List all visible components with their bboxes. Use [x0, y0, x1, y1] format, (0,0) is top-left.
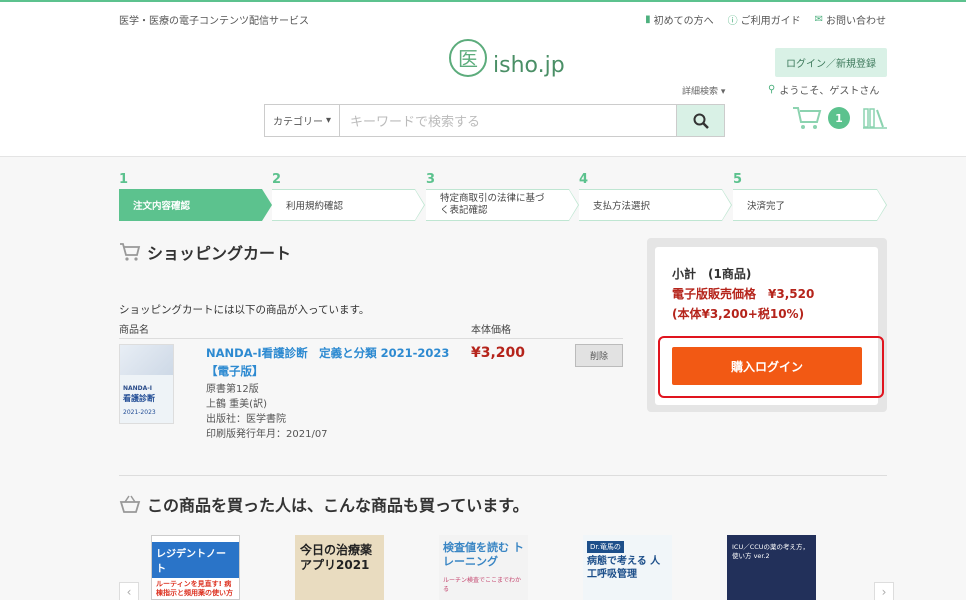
link-guide[interactable]: ⓘ ご利用ガイド	[728, 12, 801, 27]
step-number: 3	[426, 172, 436, 187]
step-number: 1	[119, 172, 129, 187]
site-tagline: 医学・医療の電子コンテンツ配信サービス	[119, 16, 309, 27]
cart-item-title[interactable]: NANDA-I看護診断 定義と分類 2021-2023【電子版】	[206, 344, 456, 380]
user-icon: ⚲	[768, 84, 776, 95]
delete-button[interactable]: 削除	[575, 344, 623, 367]
table-divider	[119, 338, 623, 339]
help-icon: ⓘ	[727, 16, 738, 27]
chevron-left-icon: ‹	[126, 585, 132, 599]
cart-item-price: ¥3,200	[471, 345, 526, 361]
chevron-down-icon: ▾	[325, 115, 332, 126]
login-register-button[interactable]: ログイン／新規登録	[775, 48, 887, 77]
cart-item-meta: 原書第12版 上鶴 重美(訳) 出版社：医学書院 印刷版発行年月：2021/07	[206, 384, 328, 440]
step-number: 5	[733, 172, 743, 187]
step-order-confirm: 注文内容確認	[119, 189, 272, 221]
search-button[interactable]	[676, 105, 724, 136]
step-payment: 支払方法選択	[579, 189, 732, 221]
carousel-next-button[interactable]: ›	[874, 582, 894, 600]
search-bar: カテゴリー ▾ キーワードで検索する	[264, 104, 725, 137]
section-divider	[119, 475, 887, 476]
recommended-book[interactable]: Dr.竜馬の 病態で考える 人工呼吸管理	[583, 535, 672, 600]
category-select[interactable]: カテゴリー ▾	[265, 105, 340, 136]
cart-count-badge: 1	[828, 107, 850, 129]
subtotal-label: 小計 (1商品)	[672, 267, 752, 281]
book-cover[interactable]: NANDA-I 看護診断 2021-2023	[119, 344, 174, 424]
chevron-right-icon: ›	[881, 585, 887, 599]
step-complete: 決済完了	[733, 189, 887, 221]
logo-text: isho.jp	[493, 53, 565, 78]
step-terms: 利用規約確認	[272, 189, 425, 221]
purchase-login-button[interactable]: 購入ログイン	[672, 347, 862, 385]
bookshelf-icon[interactable]	[862, 106, 888, 130]
basket-icon	[119, 495, 141, 513]
link-first-time[interactable]: ▮ 初めての方へ	[645, 12, 714, 27]
link-contact[interactable]: ✉ お問い合わせ	[815, 12, 886, 27]
column-header-name: 商品名	[119, 325, 149, 336]
top-links: ▮ 初めての方へ ⓘ ご利用ガイド ✉ お問い合わせ	[645, 12, 886, 27]
first-time-icon: ▮	[645, 14, 651, 25]
column-header-price: 本体価格	[471, 325, 511, 336]
tax-breakdown: (本体¥3,200+税10%)	[672, 307, 805, 321]
step-number: 4	[579, 172, 589, 187]
step-commerce-law: 特定商取引の法律に基づく表記確認	[426, 189, 579, 221]
main-content: 1 2 3 4 5 注文内容確認 利用規約確認 特定商取引の法律に基づく表記確認…	[0, 157, 966, 600]
ebook-price: 電子版販売価格 ¥3,520	[672, 287, 815, 301]
advanced-search-link[interactable]: 詳細検索 ▾	[682, 84, 725, 97]
page-title: ショッピングカート	[119, 240, 291, 264]
recommended-book[interactable]: 今日の治療薬アプリ2021	[295, 535, 384, 600]
header-cart[interactable]: 1	[792, 106, 888, 130]
search-input[interactable]: キーワードで検索する	[340, 105, 676, 136]
welcome-message: ⚲ ようこそ、ゲストさん	[768, 84, 880, 97]
chevron-down-icon: ▾	[720, 87, 726, 97]
carousel-prev-button[interactable]: ‹	[119, 582, 139, 600]
mail-icon: ✉	[814, 14, 823, 25]
recommended-book[interactable]: レジデントノート ルーティンを見直す! 病棟指示と頻用薬の使い方	[151, 535, 240, 600]
cart-message: ショッピングカートには以下の商品が入っています。	[119, 304, 370, 316]
recommended-book[interactable]: ICU／CCUの薬の考え方，使い方 ver.2	[727, 535, 816, 600]
site-header: 医学・医療の電子コンテンツ配信サービス ▮ 初めての方へ ⓘ ご利用ガイド ✉ お問い…	[0, 2, 966, 157]
recommended-book[interactable]: 検査値を読む トレーニング ルーチン検査でここまでわかる	[439, 535, 528, 600]
search-icon	[693, 113, 709, 129]
cart-icon	[793, 107, 822, 129]
logo-mark: 医	[449, 38, 487, 77]
recommend-title: この商品を買った人は、こんな商品も買っています。	[119, 492, 529, 516]
cart-icon	[120, 243, 141, 261]
site-logo[interactable]: 医 isho.jp	[449, 37, 565, 78]
step-number: 2	[272, 172, 282, 187]
